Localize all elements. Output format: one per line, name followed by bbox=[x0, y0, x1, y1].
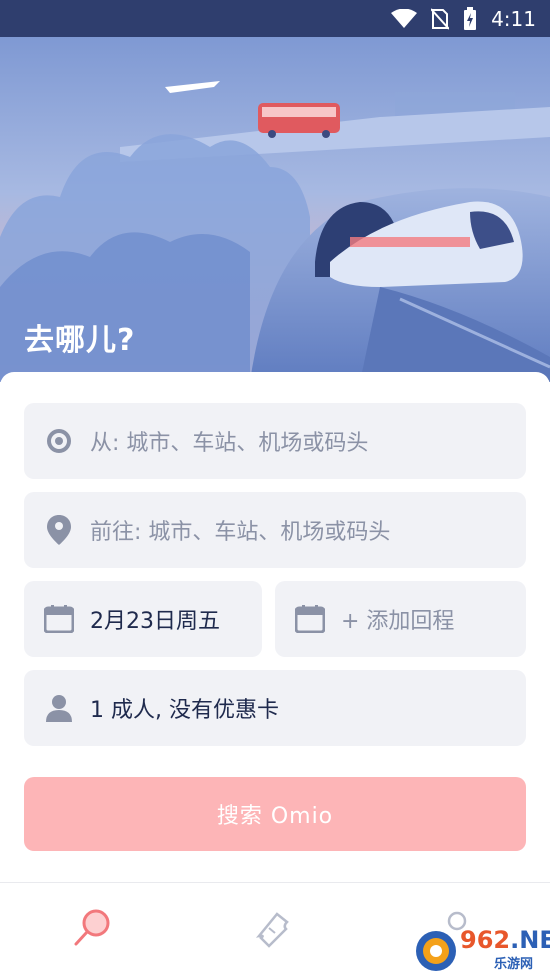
watermark-sub: 乐游网 bbox=[494, 957, 534, 972]
nav-search[interactable] bbox=[67, 905, 117, 955]
destination-field[interactable]: 前往: 城市、车站、机场或码头 bbox=[24, 492, 526, 568]
destination-placeholder: 前往: 城市、车站、机场或码头 bbox=[90, 520, 391, 545]
no-sim-icon bbox=[431, 7, 450, 30]
depart-date-field[interactable]: 2月23日周五 bbox=[24, 581, 262, 657]
ticket-icon bbox=[253, 908, 293, 952]
passengers-value: 1 成人, 没有优惠卡 bbox=[90, 698, 279, 723]
clock-time: 4:11 bbox=[491, 6, 536, 31]
search-button[interactable]: 搜索 Omio bbox=[24, 777, 526, 851]
person-icon bbox=[44, 693, 74, 723]
origin-icon bbox=[44, 426, 74, 456]
return-date-placeholder: + 添加回程 bbox=[341, 609, 455, 634]
origin-placeholder: 从: 城市、车站、机场或码头 bbox=[90, 431, 369, 456]
status-bar: 4:11 bbox=[0, 0, 550, 37]
depart-date-value: 2月23日周五 bbox=[90, 609, 220, 634]
passengers-field[interactable]: 1 成人, 没有优惠卡 bbox=[24, 670, 526, 746]
calendar-icon bbox=[44, 604, 74, 634]
hero-banner: 去哪儿? bbox=[0, 37, 550, 382]
wifi-icon bbox=[391, 8, 418, 29]
return-date-field[interactable]: + 添加回程 bbox=[275, 581, 526, 657]
search-form-card: 从: 城市、车站、机场或码头 前往: 城市、车站、机场或码头 2月23日周五 +… bbox=[0, 372, 550, 882]
watermark-brand: 962.NET bbox=[460, 926, 550, 954]
location-pin-icon bbox=[44, 515, 74, 545]
origin-field[interactable]: 从: 城市、车站、机场或码头 bbox=[24, 403, 526, 479]
page-title: 去哪儿? bbox=[24, 323, 136, 358]
battery-charging-icon bbox=[463, 6, 477, 31]
calendar-icon bbox=[295, 604, 325, 634]
nav-tickets[interactable] bbox=[248, 905, 298, 955]
search-icon bbox=[72, 908, 112, 952]
